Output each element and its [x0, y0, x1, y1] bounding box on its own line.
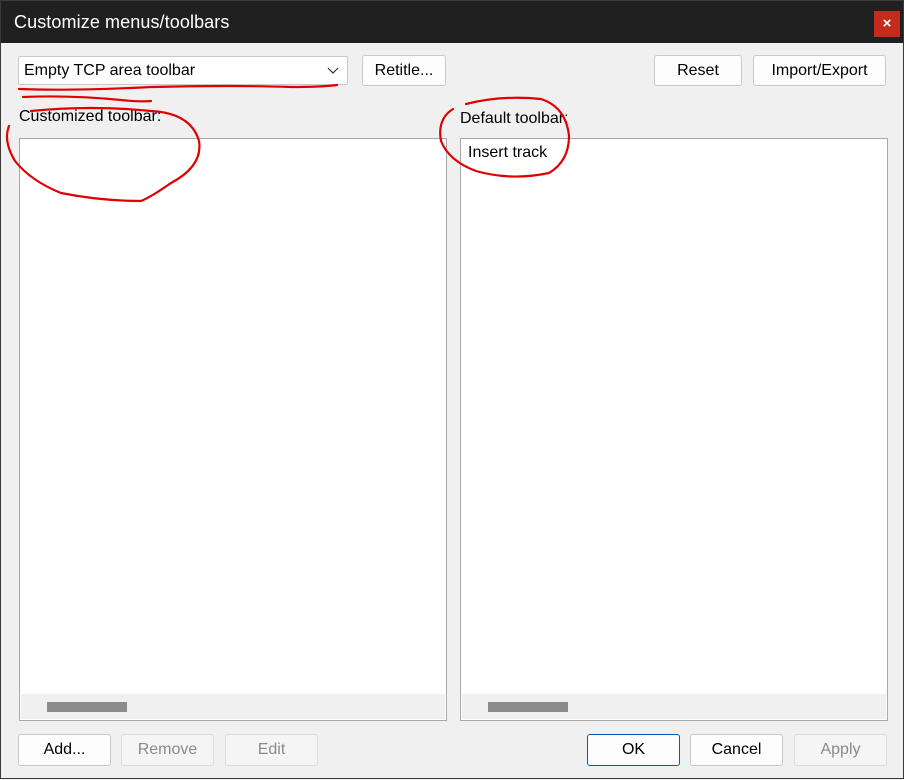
add-button[interactable]: Add...	[18, 734, 111, 766]
default-list-hscrollbar[interactable]	[462, 694, 886, 719]
customize-dialog: Customize menus/toolbars × Empty TCP are…	[0, 0, 904, 779]
toolbar-select[interactable]: Empty TCP area toolbar	[18, 56, 348, 85]
reset-button[interactable]: Reset	[654, 55, 742, 86]
edit-button[interactable]: Edit	[225, 734, 318, 766]
scrollbar-thumb[interactable]	[47, 702, 127, 712]
chevron-down-icon	[327, 67, 339, 74]
import-export-button[interactable]: Import/Export	[753, 55, 886, 86]
default-toolbar-label: Default toolbar:	[460, 110, 569, 127]
underline-annotation	[21, 95, 153, 103]
ok-button[interactable]: OK	[587, 734, 680, 766]
retitle-button[interactable]: Retitle...	[362, 55, 446, 86]
remove-button[interactable]: Remove	[121, 734, 214, 766]
default-toolbar-list[interactable]: Insert track	[460, 138, 888, 721]
list-item[interactable]: Insert track	[468, 144, 547, 162]
customized-toolbar-label: Customized toolbar:	[19, 108, 162, 125]
scrollbar-thumb[interactable]	[488, 702, 568, 712]
cancel-button[interactable]: Cancel	[690, 734, 783, 766]
customized-toolbar-list[interactable]	[19, 138, 447, 721]
window-title: Customize menus/toolbars	[14, 12, 230, 32]
underline-annotation	[17, 83, 339, 91]
title-bar[interactable]: Customize menus/toolbars ×	[1, 1, 903, 43]
toolbar-select-value: Empty TCP area toolbar	[24, 62, 196, 79]
customized-list-hscrollbar[interactable]	[21, 694, 445, 719]
close-icon[interactable]: ×	[874, 11, 900, 37]
apply-button[interactable]: Apply	[794, 734, 887, 766]
